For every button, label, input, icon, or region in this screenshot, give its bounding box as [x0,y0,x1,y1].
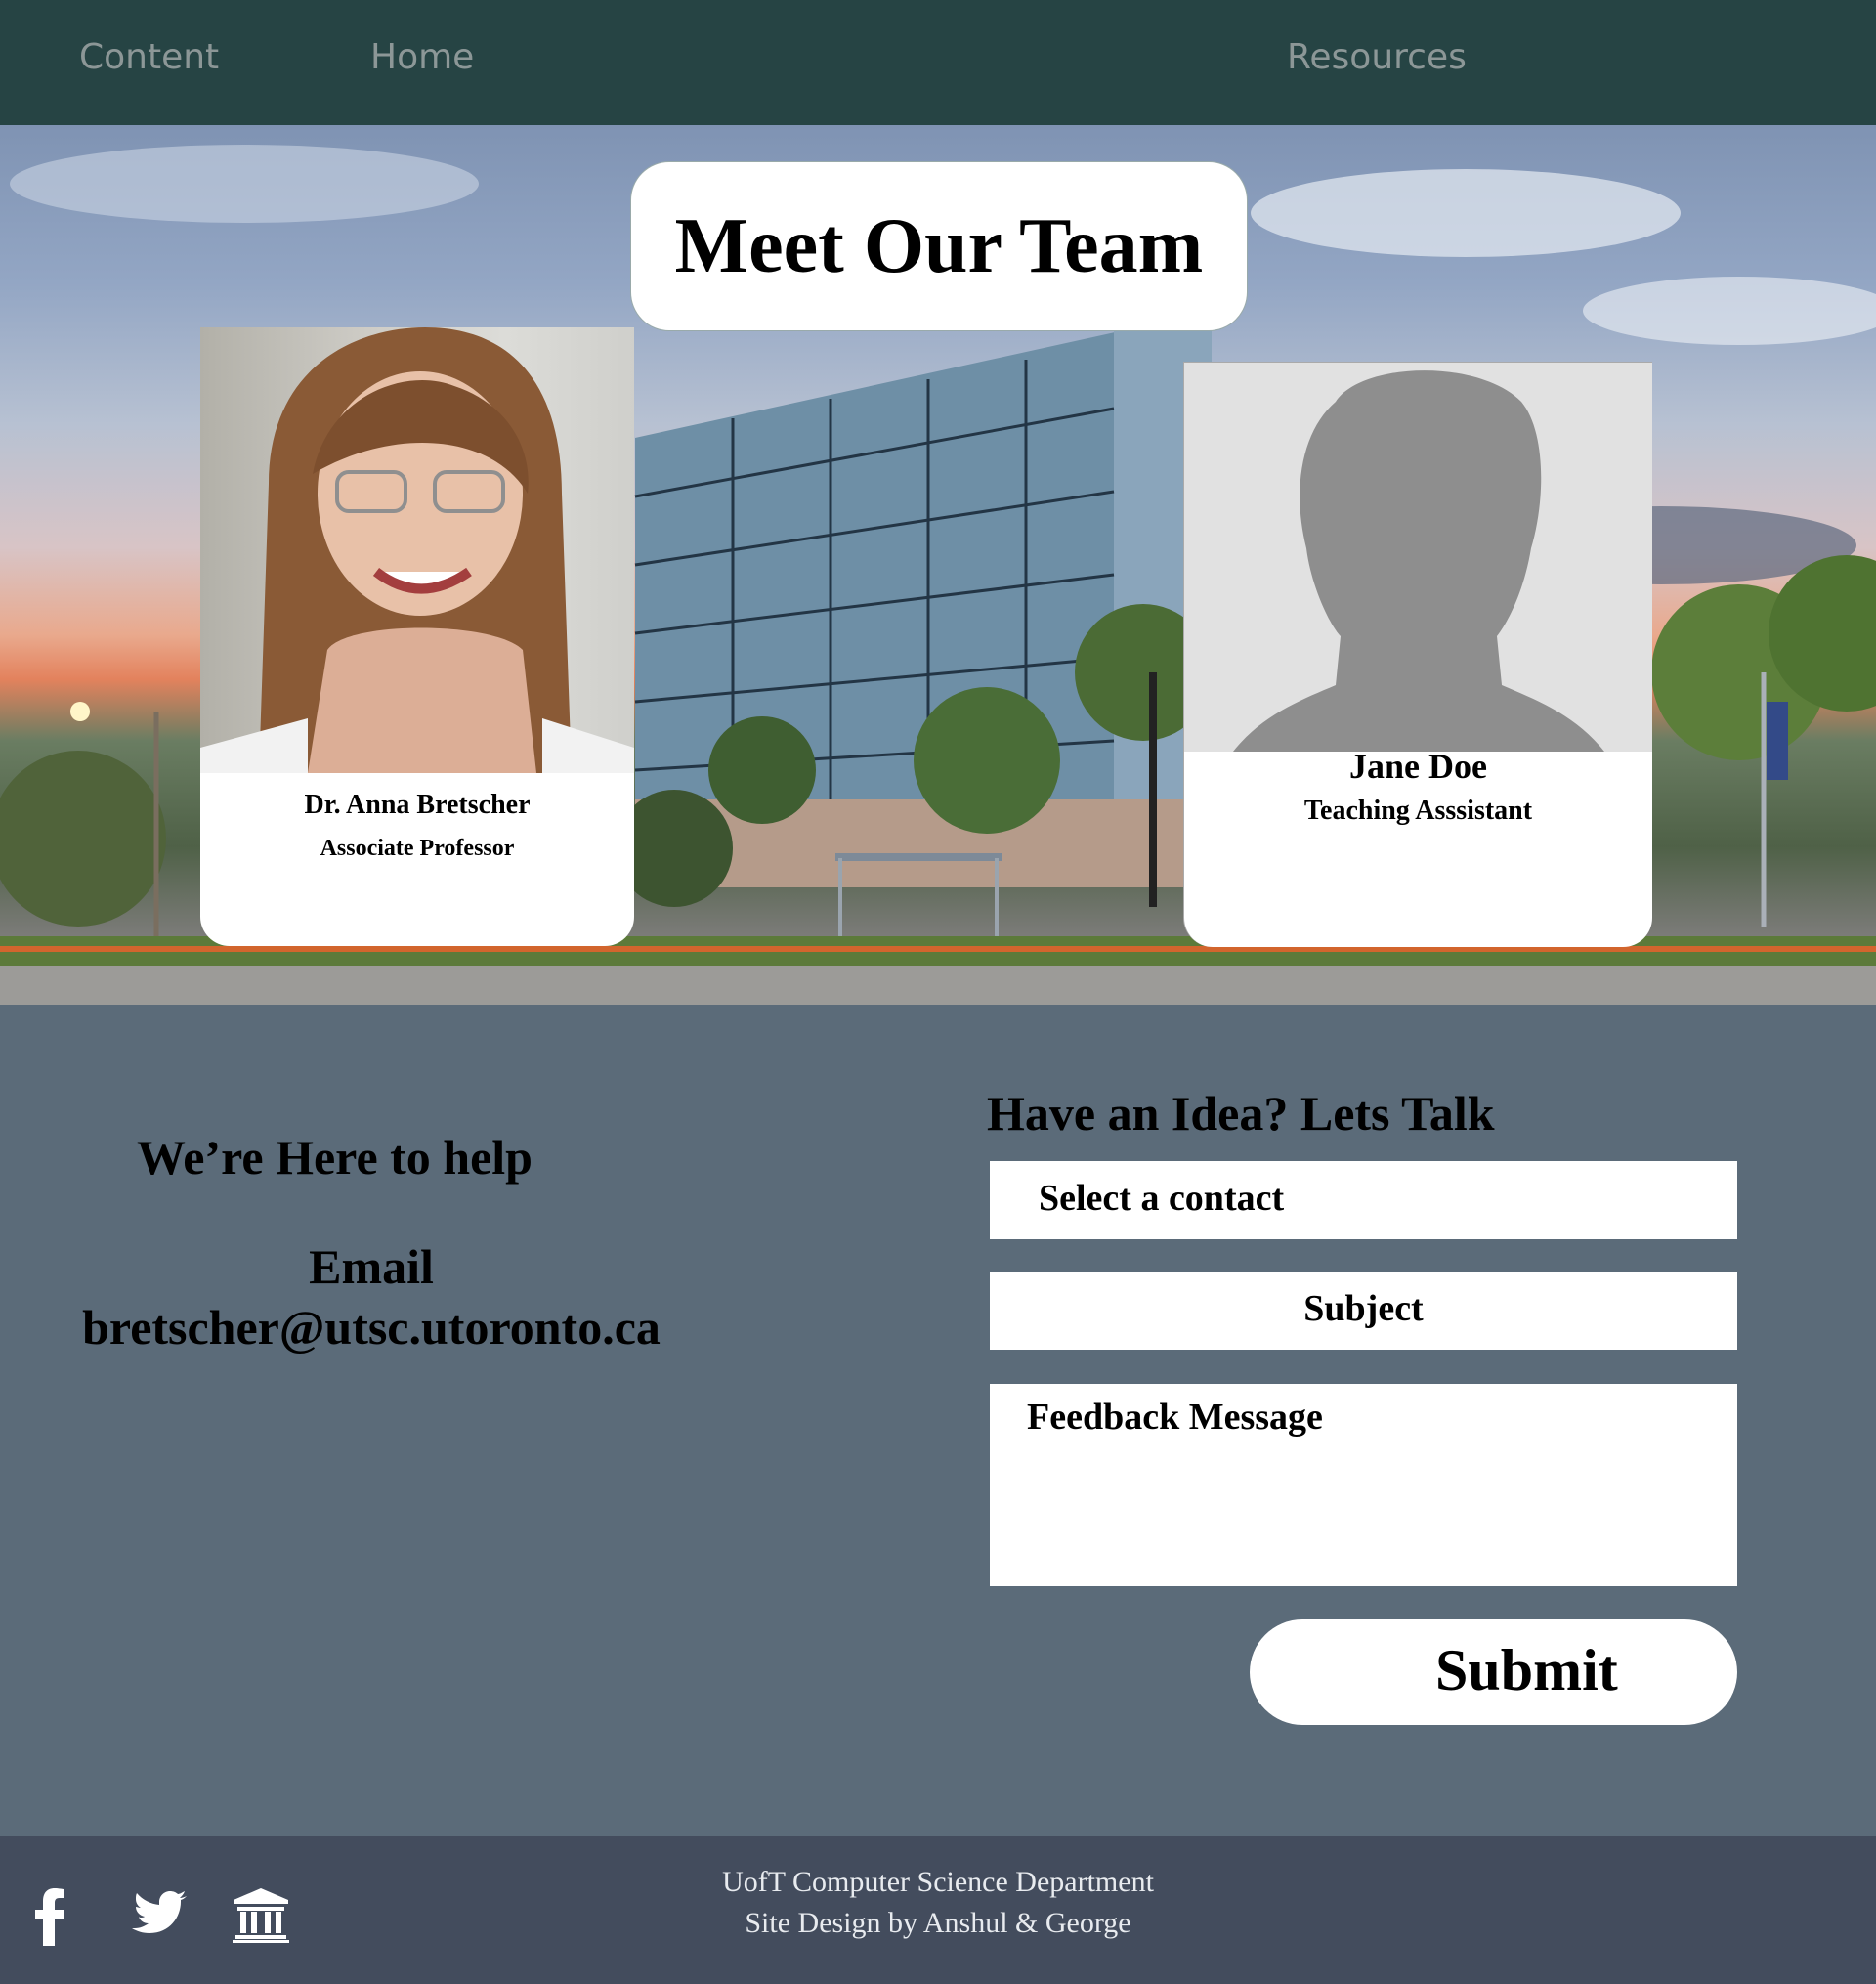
nav-home[interactable]: Home [370,37,474,77]
team-member-role: Associate Professor [320,836,515,861]
help-heading: We’re Here to help [137,1130,533,1185]
subject-input[interactable]: Subject [990,1272,1737,1350]
email-label: Email [309,1239,434,1294]
message-placeholder: Feedback Message [1027,1397,1323,1438]
contact-select[interactable]: Select a contact [990,1161,1737,1239]
team-member-role: Teaching Asssistant [1303,796,1533,826]
nav-content[interactable]: Content [79,37,219,77]
email-address[interactable]: bretscher@utsc.utoronto.ca [0,1299,743,1356]
facebook-icon[interactable] [31,1887,70,1946]
contact-select-placeholder: Select a contact [1039,1178,1285,1219]
top-nav: Content Home Resources [0,0,1876,125]
avatar-placeholder [1184,363,1652,752]
hero-banner: Meet Our Team Dr. Anna Bretscher Associa… [0,125,1876,1005]
nav-resources[interactable]: Resources [1287,37,1467,77]
team-member-name: Jane Doe [1349,747,1487,786]
feedback-message-textarea[interactable]: Feedback Message [990,1384,1737,1586]
team-member-name: Dr. Anna Bretscher [304,790,531,820]
team-title-box: Meet Our Team [630,161,1248,331]
twitter-icon[interactable] [131,1890,188,1939]
submit-button[interactable]: Submit [1250,1619,1737,1725]
form-heading: Have an Idea? Lets Talk [987,1086,1495,1141]
team-card-anna: Dr. Anna Bretscher Associate Professor [200,327,634,946]
university-icon[interactable] [233,1888,289,1943]
page-title: Meet Our Team [674,202,1204,289]
submit-label: Submit [1435,1638,1618,1703]
team-card-jane: Jane Doe Teaching Asssistant [1183,362,1652,947]
subject-placeholder: Subject [1303,1288,1424,1329]
anna-photo [200,327,634,773]
footer: UofT Computer Science Department Site De… [0,1836,1876,1984]
